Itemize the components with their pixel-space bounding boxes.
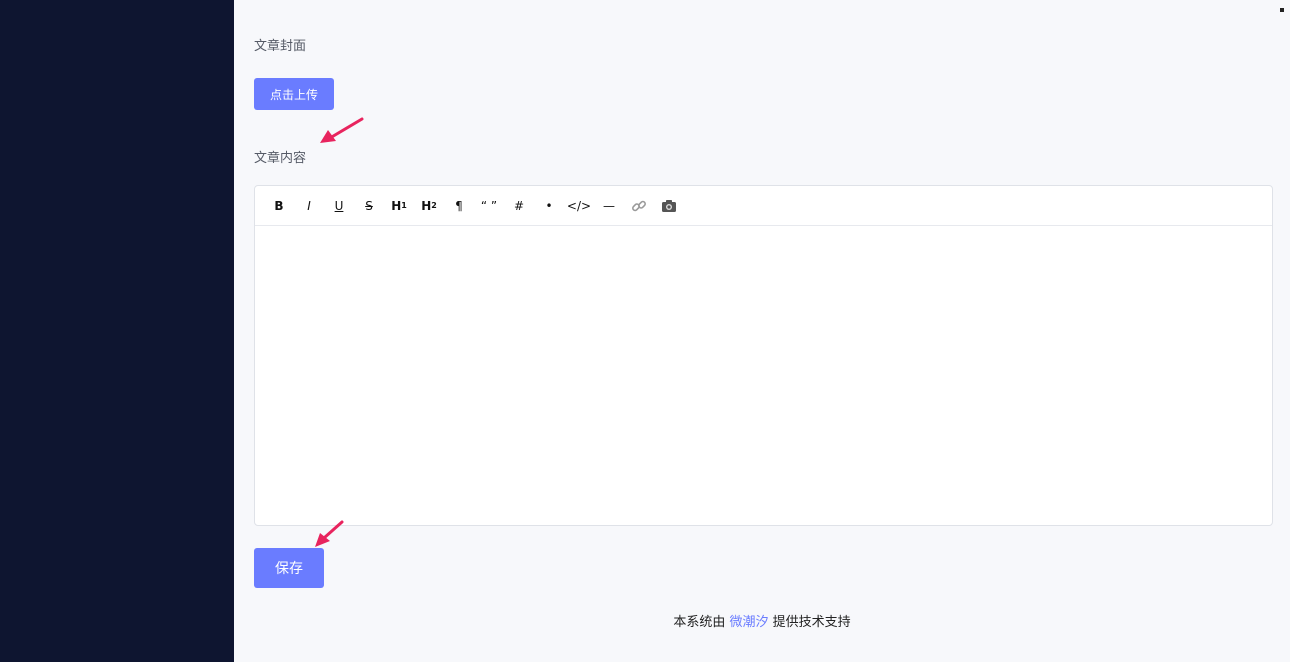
cover-label: 文章封面 — [254, 39, 307, 54]
content-label: 文章内容 — [254, 151, 307, 166]
heading1-number: 1 — [401, 201, 407, 210]
sidebar — [0, 0, 234, 662]
heading2-button[interactable]: H2 — [414, 191, 444, 221]
save-button[interactable]: 保存 — [254, 548, 324, 588]
link-button[interactable] — [624, 191, 654, 221]
corner-marker — [1280, 8, 1284, 12]
annotation-arrow-content — [320, 117, 364, 143]
heading2-letter: H — [421, 198, 432, 213]
footer-prefix: 本系统由 — [673, 615, 726, 630]
bold-button[interactable]: B — [264, 191, 294, 221]
code-block-button[interactable]: </> — [564, 191, 594, 221]
strikethrough-button[interactable]: S — [354, 191, 384, 221]
link-icon — [632, 200, 646, 211]
divider-button[interactable]: — — [594, 191, 624, 221]
image-button[interactable] — [654, 191, 684, 221]
underline-button[interactable]: U — [324, 191, 354, 221]
list-button[interactable]: • — [534, 191, 564, 221]
heading1-letter: H — [391, 198, 402, 213]
main-content: 文章封面 点击上传 文章内容 B I U S H1 H2 ¶ “ ” # • <… — [234, 0, 1290, 662]
footer: 本系统由 微潮汐 提供技术支持 — [234, 611, 1290, 630]
footer-brand-link[interactable]: 微潮汐 — [729, 615, 768, 630]
italic-button[interactable]: I — [294, 191, 324, 221]
upload-button[interactable]: 点击上传 — [254, 78, 334, 110]
camera-icon — [662, 199, 676, 212]
quote-button[interactable]: “ ” — [474, 191, 504, 221]
rich-text-editor: B I U S H1 H2 ¶ “ ” # • </> — — [254, 185, 1273, 526]
code-inline-button[interactable]: # — [504, 191, 534, 221]
annotation-arrow-save — [315, 520, 344, 547]
editor-content-area[interactable] — [255, 226, 1272, 525]
editor-toolbar: B I U S H1 H2 ¶ “ ” # • </> — — [255, 186, 1272, 226]
heading1-button[interactable]: H1 — [384, 191, 414, 221]
footer-suffix: 提供技术支持 — [772, 615, 851, 630]
paragraph-button[interactable]: ¶ — [444, 191, 474, 221]
heading2-number: 2 — [431, 201, 437, 210]
